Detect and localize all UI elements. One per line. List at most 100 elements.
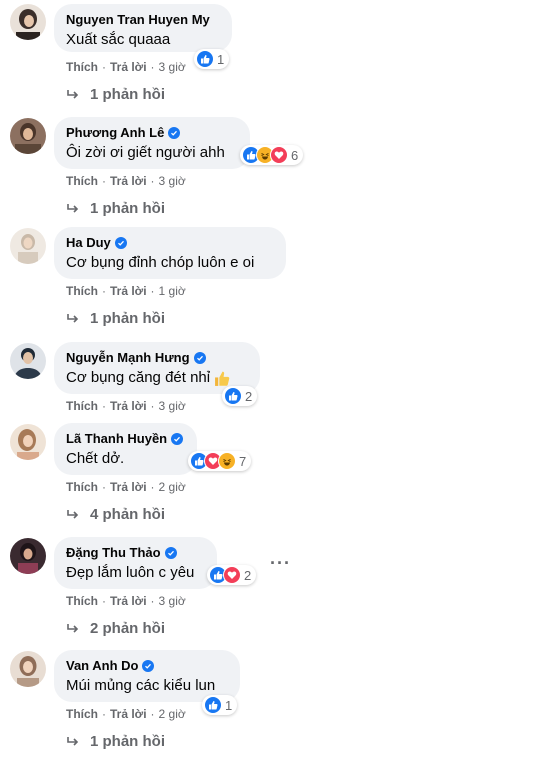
timestamp[interactable]: 2 giờ	[159, 480, 186, 494]
comment-bubble: Đặng Thu Thảo Đẹp lắm luôn c yêu	[54, 537, 217, 589]
replies-count: 1 phản hồi	[90, 733, 165, 750]
avatar-image	[10, 538, 46, 574]
reply-button[interactable]: Trả lời	[110, 594, 147, 608]
reaction-count: 1	[225, 697, 233, 713]
replies-count: 4 phản hồi	[90, 506, 165, 523]
verified-badge-icon	[164, 547, 177, 559]
like-reaction-icon	[196, 50, 214, 68]
avatar[interactable]	[10, 538, 46, 574]
separator-dot: ·	[102, 480, 106, 494]
like-button[interactable]: Thích	[66, 399, 98, 413]
comment-bubble: Nguyen Tran Huyen My Xuất sắc quaaa	[54, 4, 232, 52]
author-name[interactable]: Đặng Thu Thảo	[66, 545, 205, 561]
author-name[interactable]: Nguyen Tran Huyen My	[66, 12, 220, 28]
more-options-button[interactable]: ···	[270, 554, 291, 572]
reaction-summary[interactable]: 1	[194, 49, 230, 69]
like-button[interactable]: Thích	[66, 707, 98, 721]
reply-button[interactable]: Trả lời	[110, 174, 147, 188]
reaction-count: 6	[291, 147, 299, 163]
reply-arrow-icon	[67, 89, 79, 99]
avatar-image	[10, 118, 46, 154]
comment-text: Xuất sắc quaaa	[66, 31, 171, 48]
comment-text: Cơ bụng căng đét nhỉ	[66, 368, 248, 388]
separator-dot: ·	[150, 60, 155, 74]
reaction-summary[interactable]: 2	[207, 565, 257, 585]
reply-button[interactable]: Trả lời	[110, 480, 147, 494]
like-button[interactable]: Thích	[66, 284, 98, 298]
avatar[interactable]	[10, 118, 46, 154]
like-reaction-icon	[204, 696, 222, 714]
separator-dot: ·	[150, 594, 155, 608]
haha-reaction-icon	[218, 452, 236, 470]
reply-button[interactable]: Trả lời	[110, 707, 147, 721]
separator-dot: ·	[102, 174, 106, 188]
avatar-image	[10, 228, 46, 264]
like-reaction-icon	[224, 387, 242, 405]
love-reaction-icon	[270, 146, 288, 164]
reaction-count: 2	[244, 567, 252, 583]
like-button[interactable]: Thích	[66, 480, 98, 494]
comment-bubble: Ha Duy Cơ bụng đỉnh chóp luôn e oi	[54, 227, 286, 279]
separator-dot: ·	[150, 399, 155, 413]
like-button[interactable]: Thích	[66, 60, 98, 74]
reaction-summary[interactable]: 1	[202, 695, 238, 715]
separator-dot: ·	[102, 399, 106, 413]
author-name[interactable]: Nguyễn Mạnh Hưng	[66, 350, 248, 366]
timestamp[interactable]: 3 giờ	[159, 399, 186, 413]
avatar[interactable]	[10, 651, 46, 687]
reply-arrow-icon	[67, 313, 79, 323]
timestamp[interactable]: 3 giờ	[159, 594, 186, 608]
comment-text: Chết dở.	[66, 450, 125, 467]
timestamp[interactable]: 3 giờ	[159, 174, 186, 188]
author-name[interactable]: Phương Anh Lê	[66, 125, 238, 141]
avatar[interactable]	[10, 424, 46, 460]
view-replies-link[interactable]: 2 phản hồi	[66, 620, 165, 637]
view-replies-link[interactable]: 1 phản hồi	[66, 86, 165, 103]
verified-badge-icon	[193, 352, 206, 364]
author-name[interactable]: Lã Thanh Huyền	[66, 431, 185, 447]
comment-bubble: Lã Thanh Huyền Chết dở.	[54, 423, 197, 475]
reply-arrow-icon	[67, 623, 79, 633]
comment-text: Múi mủng các kiểu lun	[66, 677, 216, 694]
separator-dot: ·	[102, 284, 106, 298]
reply-button[interactable]: Trả lời	[110, 399, 147, 413]
like-button[interactable]: Thích	[66, 594, 98, 608]
reply-arrow-icon	[67, 736, 79, 746]
replies-count: 2 phản hồi	[90, 620, 165, 637]
author-name[interactable]: Ha Duy	[66, 235, 274, 251]
comment-text: Ôi zời ơi giết người ahh	[66, 144, 225, 161]
timestamp[interactable]: 3 giờ	[159, 60, 186, 74]
timestamp[interactable]: 2 giờ	[159, 707, 186, 721]
thumbs-up-emoji-icon	[215, 371, 230, 386]
timestamp[interactable]: 1 giờ	[159, 284, 186, 298]
avatar[interactable]	[10, 4, 46, 40]
comment-text: Đẹp lắm luôn c yêu	[66, 564, 195, 581]
avatar-image	[10, 651, 46, 687]
reaction-summary[interactable]: 6	[240, 145, 304, 165]
reply-arrow-icon	[67, 509, 79, 519]
verified-badge-icon	[142, 660, 155, 672]
verified-badge-icon	[168, 127, 181, 139]
avatar[interactable]	[10, 228, 46, 264]
reaction-summary[interactable]: 2	[222, 386, 258, 406]
reaction-summary[interactable]: 7	[188, 451, 252, 471]
replies-count: 1 phản hồi	[90, 310, 165, 327]
view-replies-link[interactable]: 1 phản hồi	[66, 310, 165, 327]
view-replies-link[interactable]: 1 phản hồi	[66, 733, 165, 750]
separator-dot: ·	[150, 284, 155, 298]
reply-button[interactable]: Trả lời	[110, 284, 147, 298]
separator-dot: ·	[102, 594, 106, 608]
verified-badge-icon	[114, 237, 127, 249]
replies-count: 1 phản hồi	[90, 200, 165, 217]
author-name[interactable]: Van Anh Do	[66, 658, 228, 674]
comment-text: Cơ bụng đỉnh chóp luôn e oi	[66, 254, 255, 271]
separator-dot: ·	[102, 60, 106, 74]
avatar[interactable]	[10, 343, 46, 379]
avatar-image	[10, 343, 46, 379]
reply-button[interactable]: Trả lời	[110, 60, 147, 74]
like-button[interactable]: Thích	[66, 174, 98, 188]
view-replies-link[interactable]: 4 phản hồi	[66, 506, 165, 523]
comment-bubble: Phương Anh Lê Ôi zời ơi giết người ahh	[54, 117, 250, 169]
separator-dot: ·	[150, 707, 155, 721]
view-replies-link[interactable]: 1 phản hồi	[66, 200, 165, 217]
